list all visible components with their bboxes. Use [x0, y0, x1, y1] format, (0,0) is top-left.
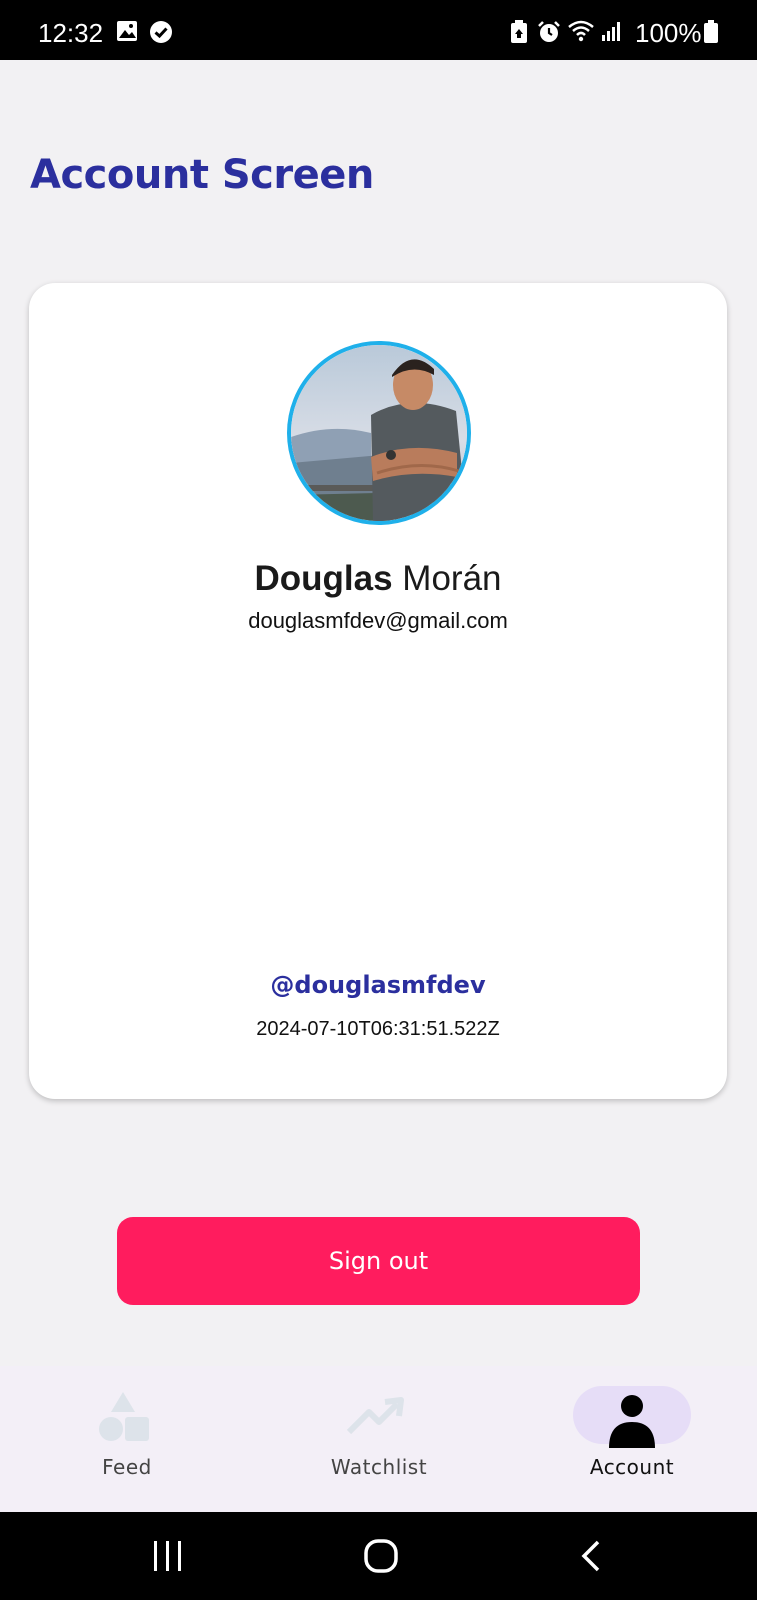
user-email: douglasmfdev@gmail.com [248, 608, 508, 633]
wifi-icon [568, 20, 594, 47]
user-first-name: Douglas [254, 559, 393, 598]
status-time: 12:32 [38, 18, 104, 48]
profile-card: Douglas Morán douglasmfdev@gmail.com @do… [29, 283, 727, 1099]
shapes-icon [95, 1388, 151, 1449]
user-name: Douglas Morán [29, 559, 727, 599]
image-icon [116, 20, 138, 47]
person-icon [608, 1394, 656, 1453]
home-icon[interactable] [363, 1538, 399, 1579]
battery-saver-icon [510, 20, 528, 49]
trending-up-icon [346, 1388, 407, 1449]
nav-label-account: Account [589, 1455, 675, 1479]
user-handle: @douglasmfdev [270, 971, 486, 999]
system-nav-bar [0, 1512, 757, 1600]
nav-label-watchlist: Watchlist [330, 1455, 428, 1479]
bottom-nav: Feed Watchlist Account [0, 1366, 757, 1512]
recent-apps-icon[interactable] [153, 1540, 183, 1577]
signal-icon [601, 20, 623, 47]
user-timestamp: 2024-07-10T06:31:51.522Z [256, 1018, 500, 1040]
nav-item-feed[interactable]: Feed [27, 1366, 227, 1512]
check-circle-icon [149, 20, 173, 49]
page-title: Account Screen [30, 152, 374, 198]
nav-item-watchlist[interactable]: Watchlist [279, 1366, 479, 1512]
back-icon[interactable] [580, 1540, 602, 1577]
signout-button[interactable]: Sign out [117, 1217, 640, 1305]
user-last-name: Morán [402, 559, 502, 598]
battery-percentage: 100% [635, 18, 702, 48]
avatar [287, 341, 471, 525]
nav-label-feed: Feed [102, 1455, 152, 1479]
alarm-icon [537, 20, 561, 49]
nav-item-account[interactable]: Account [532, 1366, 732, 1512]
status-bar: 12:32 100% [0, 0, 757, 60]
battery-icon [703, 20, 719, 49]
